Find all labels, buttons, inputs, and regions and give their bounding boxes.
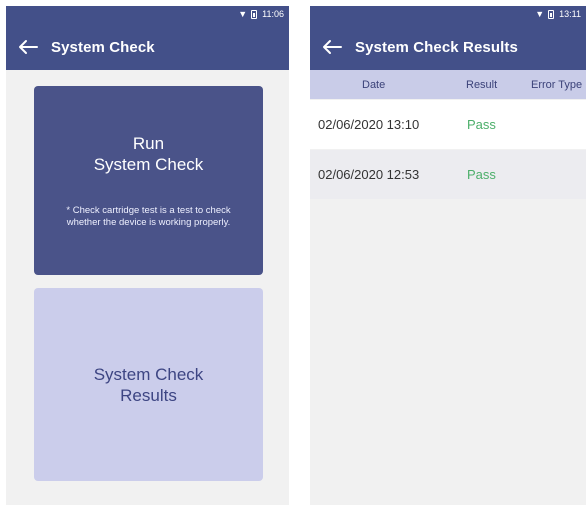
column-header-date: Date [362, 79, 386, 91]
system-check-results-screen: ▼ 13:11 System Check Results Date Result… [310, 6, 586, 505]
table-row[interactable]: 02/06/2020 12:53 Pass [310, 150, 586, 199]
battery-icon [548, 9, 555, 19]
status-bar: ▼ 11:06 [6, 6, 289, 24]
row-result: Pass [467, 167, 496, 182]
results-table-header: Date Result Error Type [310, 70, 586, 99]
row-date: 02/06/2020 12:53 [318, 167, 420, 182]
page-title: System Check Results [355, 38, 518, 56]
table-row[interactable]: 02/06/2020 13:10 Pass [310, 100, 586, 149]
page-title: System Check [51, 38, 155, 56]
back-arrow-icon[interactable] [17, 39, 39, 55]
system-check-results-label: System Check Results [93, 364, 204, 405]
column-header-result: Result [466, 79, 498, 91]
back-arrow-icon[interactable] [321, 39, 343, 55]
column-header-error-type: Error Type [531, 79, 583, 91]
status-icons: ▼ 13:11 [535, 9, 581, 19]
wifi-icon: ▼ [535, 9, 545, 19]
battery-icon [251, 9, 258, 19]
status-time: 13:11 [559, 9, 581, 19]
wifi-icon: ▼ [238, 9, 248, 19]
run-system-check-note: * Check cartridge test is a test to chec… [66, 204, 231, 228]
system-check-results-button[interactable]: System Check Results [34, 288, 263, 481]
run-system-check-label: Run System Check [93, 133, 204, 174]
row-date: 02/06/2020 13:10 [318, 117, 420, 132]
row-result: Pass [467, 117, 496, 132]
run-system-check-button[interactable]: Run System Check * Check cartridge test … [34, 86, 263, 275]
system-check-screen: ▼ 11:06 System Check Run System Check * … [6, 6, 289, 505]
status-icons: ▼ 11:06 [238, 9, 284, 19]
status-bar: ▼ 13:11 [310, 6, 586, 24]
app-bar: System Check Results [310, 24, 586, 70]
app-bar: System Check [6, 24, 289, 70]
status-time: 11:06 [262, 9, 284, 19]
